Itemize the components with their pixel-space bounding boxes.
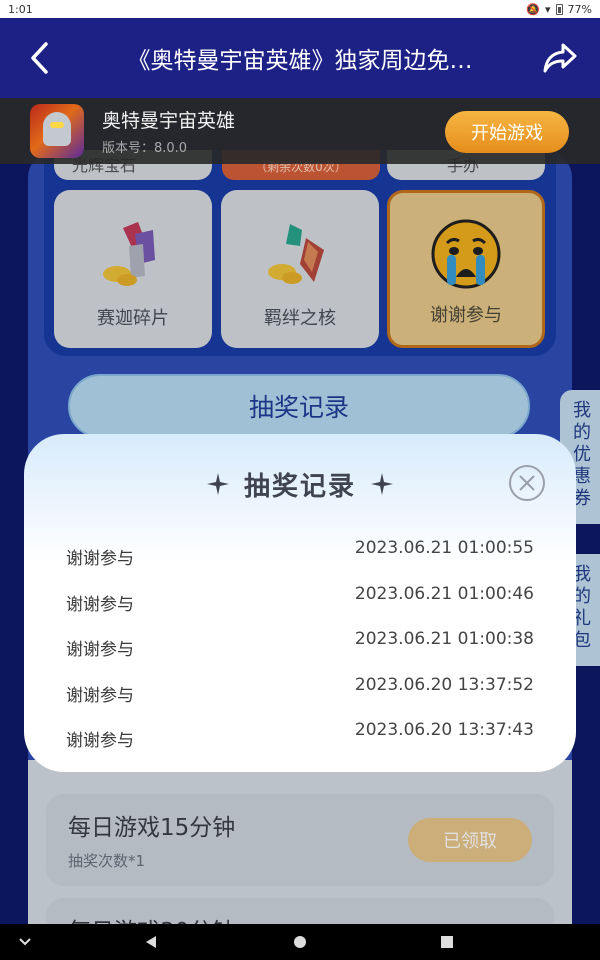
record-time: 2023.06.20 13:37:43	[354, 720, 534, 740]
mute-icon: 🔕	[526, 2, 541, 16]
back-button[interactable]	[0, 18, 80, 98]
modal-title: 抽奖记录	[243, 471, 356, 502]
sparkle-icon	[371, 473, 393, 495]
lottery-records-modal: 抽奖记录 谢谢参与 2023.06.21 01:00:55 谢谢参与 2023.…	[24, 434, 576, 772]
record-time: 2023.06.21 01:00:38	[354, 629, 534, 649]
record-prize: 谢谢参与	[66, 685, 134, 706]
record-prize: 谢谢参与	[66, 640, 134, 660]
record-prize: 谢谢参与	[66, 549, 134, 569]
system-nav-bar	[0, 924, 600, 960]
record-row: 谢谢参与 2023.06.21 01:00:38	[66, 625, 534, 671]
recents-square-icon[interactable]	[440, 935, 454, 949]
nav-collapse-icon[interactable]	[18, 936, 32, 948]
record-row: 谢谢参与 2023.06.21 01:00:55	[66, 534, 534, 580]
status-bar: 1:01 🔕 ▾ 77%	[0, 0, 600, 18]
close-icon[interactable]	[508, 464, 546, 502]
chevron-left-icon	[31, 42, 48, 74]
page-title: 《奥特曼宇宙英雄》独家周边免…	[127, 48, 473, 74]
app-header: 《奥特曼宇宙英雄》独家周边免…	[0, 18, 600, 98]
record-prize: 谢谢参与	[66, 594, 134, 615]
records-list: 谢谢参与 2023.06.21 01:00:55 谢谢参与 2023.06.21…	[66, 534, 534, 762]
game-banner: 奥特曼宇宙英雄 版本号：8.0.0 开始游戏	[0, 98, 600, 164]
start-game-button[interactable]: 开始游戏	[445, 111, 569, 153]
game-version: 版本号：8.0.0	[102, 141, 188, 156]
record-time: 2023.06.21 01:00:46	[354, 583, 534, 604]
record-row: 谢谢参与 2023.06.20 13:37:43	[66, 716, 534, 762]
record-prize: 谢谢参与	[66, 731, 134, 751]
game-name: 奥特曼宇宙英雄	[102, 110, 236, 132]
share-button[interactable]	[520, 18, 600, 98]
record-row: 谢谢参与 2023.06.21 01:00:46	[66, 580, 534, 626]
record-time: 2023.06.20 13:37:52	[354, 674, 534, 695]
home-circle-icon[interactable]	[293, 935, 307, 949]
status-time: 1:01	[8, 2, 33, 16]
share-icon	[543, 43, 577, 73]
battery-icon	[555, 3, 563, 15]
battery-level: 77%	[567, 2, 592, 16]
game-app-icon	[30, 104, 84, 158]
wifi-icon: ▾	[545, 2, 551, 16]
back-triangle-icon[interactable]	[144, 935, 158, 949]
record-row: 谢谢参与 2023.06.20 13:37:52	[66, 671, 534, 717]
record-time: 2023.06.21 01:00:55	[354, 538, 534, 558]
sparkle-icon	[206, 473, 229, 495]
